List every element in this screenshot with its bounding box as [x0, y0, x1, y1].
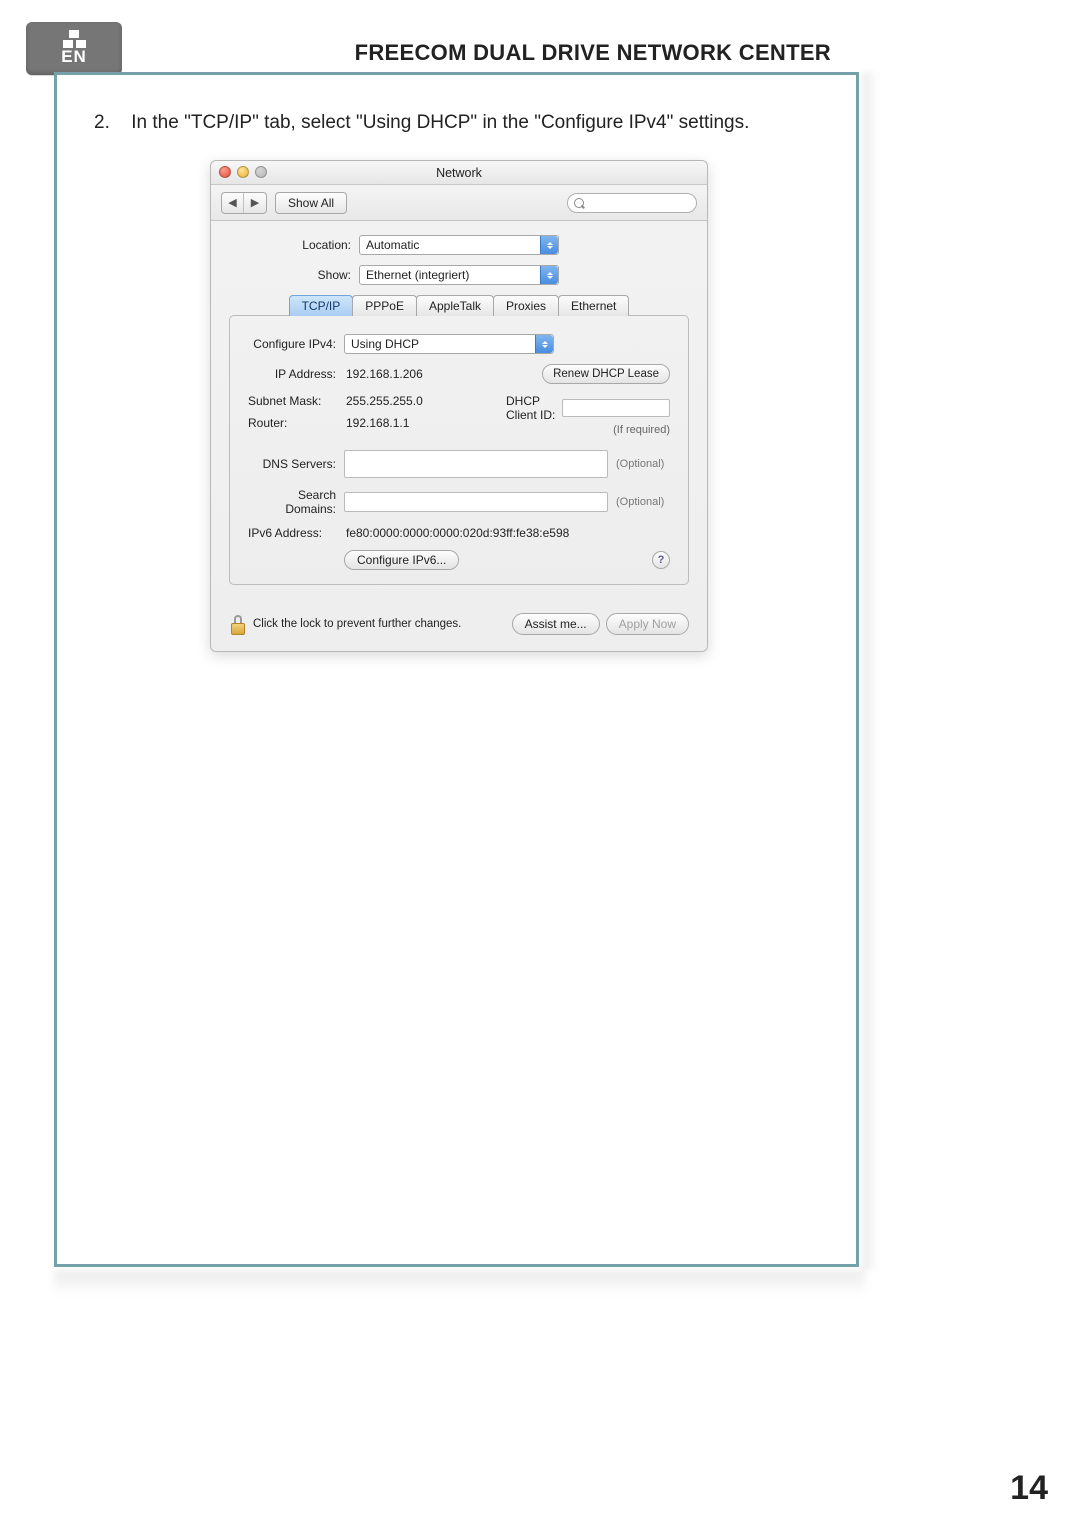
tab-tcpip[interactable]: TCP/IP	[289, 295, 354, 316]
show-label: Show:	[229, 268, 359, 282]
tab-ethernet[interactable]: Ethernet	[558, 295, 629, 316]
minimize-icon[interactable]	[237, 166, 249, 178]
ip-address-value: 192.168.1.206	[344, 367, 454, 381]
apply-now-button[interactable]: Apply Now	[606, 613, 689, 635]
location-value: Automatic	[366, 238, 419, 252]
badge-decor	[69, 30, 79, 38]
renew-dhcp-button[interactable]: Renew DHCP Lease	[542, 364, 670, 384]
dhcp-client-id-label: DHCP Client ID:	[506, 394, 556, 422]
ipv6-address-value: fe80:0000:0000:0000:020d:93ff:fe38:e598	[344, 526, 670, 540]
close-icon[interactable]	[219, 166, 231, 178]
tcpip-panel: Configure IPv4: Using DHCP IP Address: 1…	[229, 315, 689, 585]
step-number: 2.	[94, 110, 126, 136]
lock-icon[interactable]	[229, 613, 247, 635]
dns-servers-input[interactable]	[344, 450, 608, 478]
search-input[interactable]	[567, 193, 697, 213]
page-number: 14	[1010, 1469, 1048, 1508]
subnet-mask-label: Subnet Mask:	[248, 394, 344, 408]
router-value: 192.168.1.1	[344, 416, 454, 430]
if-required-note: (If required)	[468, 424, 670, 436]
document-title: FREECOM DUAL DRIVE NETWORK CENTER	[54, 40, 859, 66]
network-preferences-window: Network ◀ ▶ Show All Location: Automatic…	[210, 160, 708, 652]
chevron-updown-icon	[535, 335, 553, 353]
optional-note: (Optional)	[616, 458, 670, 470]
dns-servers-label: DNS Servers:	[248, 457, 344, 471]
window-title: Network	[436, 166, 482, 180]
configure-ipv4-select[interactable]: Using DHCP	[344, 334, 554, 354]
tab-proxies[interactable]: Proxies	[493, 295, 559, 316]
instruction-step: 2. In the "TCP/IP" tab, select "Using DH…	[94, 110, 814, 136]
location-select[interactable]: Automatic	[359, 235, 559, 255]
ip-address-label: IP Address:	[248, 367, 344, 381]
search-domains-label: Search Domains:	[248, 488, 344, 516]
traffic-lights	[219, 166, 267, 178]
chevron-updown-icon	[540, 236, 558, 254]
optional-note: (Optional)	[616, 496, 670, 508]
location-label: Location:	[229, 238, 359, 252]
chevron-updown-icon	[540, 266, 558, 284]
show-select[interactable]: Ethernet (integriert)	[359, 265, 559, 285]
configure-ipv4-label: Configure IPv4:	[248, 337, 344, 351]
assist-me-button[interactable]: Assist me...	[512, 613, 600, 635]
zoom-icon[interactable]	[255, 166, 267, 178]
router-label: Router:	[248, 416, 344, 430]
tab-appletalk[interactable]: AppleTalk	[416, 295, 494, 316]
configure-ipv4-value: Using DHCP	[351, 337, 419, 351]
tab-pppoe[interactable]: PPPoE	[352, 295, 417, 316]
step-text: In the "TCP/IP" tab, select "Using DHCP"…	[131, 112, 749, 133]
help-icon[interactable]: ?	[652, 551, 670, 569]
show-value: Ethernet (integriert)	[366, 268, 469, 282]
forward-button[interactable]: ▶	[244, 193, 266, 213]
show-all-button[interactable]: Show All	[275, 192, 347, 214]
search-domains-input[interactable]	[344, 492, 608, 512]
back-button[interactable]: ◀	[222, 193, 244, 213]
nav-back-forward: ◀ ▶	[221, 192, 267, 214]
preferences-pane: Location: Automatic Show: Ethernet (inte…	[211, 221, 707, 651]
lock-text: Click the lock to prevent further change…	[253, 618, 506, 630]
ipv6-address-label: IPv6 Address:	[248, 526, 344, 540]
dhcp-client-id-input[interactable]	[562, 399, 670, 417]
window-toolbar: ◀ ▶ Show All	[211, 185, 707, 221]
window-titlebar[interactable]: Network	[211, 161, 707, 185]
configure-ipv6-button[interactable]: Configure IPv6...	[344, 550, 459, 570]
subnet-mask-value: 255.255.255.0	[344, 394, 454, 408]
page-shadow	[862, 72, 878, 1270]
page-shadow	[54, 1270, 865, 1296]
tab-bar: TCP/IP PPPoE AppleTalk Proxies Ethernet	[229, 295, 689, 316]
